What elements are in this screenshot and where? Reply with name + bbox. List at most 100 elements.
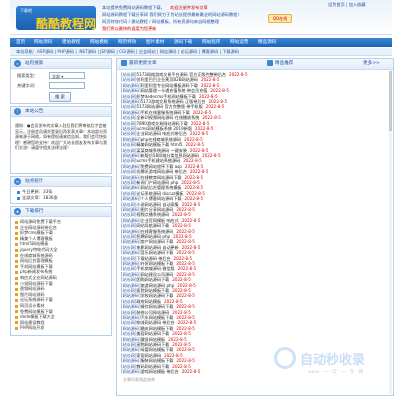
article-category[interactable]: [网站源码]	[121, 239, 141, 244]
article-category[interactable]: [站长网]	[121, 121, 136, 126]
article-category[interactable]: [站长网]	[121, 104, 136, 109]
nav-item-home[interactable]: 首页	[16, 38, 25, 47]
article-category[interactable]: [站长网]	[121, 245, 136, 250]
article-category[interactable]: [站长网]	[121, 288, 136, 293]
article-title[interactable]: 某某商城系统源码 一键安装	[136, 148, 186, 153]
article-category[interactable]: [站长网]	[121, 131, 136, 136]
article-title[interactable]: php在线商城系统源码	[141, 137, 182, 142]
article-title[interactable]: 小说网站源码 自动采集	[136, 202, 178, 207]
search-type-select[interactable]: 全部 ▾	[49, 72, 85, 79]
article-category[interactable]: [网站源码]	[121, 358, 141, 363]
article-title[interactable]: 新版仿58同城分类信息网站源码	[141, 153, 199, 158]
article-category[interactable]: [站长网]	[121, 169, 136, 174]
article-title[interactable]: 数码网站源码下载	[136, 364, 169, 369]
search-button[interactable]: 搜 索	[49, 92, 71, 102]
article-title[interactable]: 下载站源码 带后台	[136, 256, 170, 261]
article-title[interactable]: 美容网站源码下载	[136, 331, 169, 336]
article-title[interactable]: 汽车网站模板下载	[141, 315, 174, 320]
search-keyword-input[interactable]	[49, 82, 85, 89]
article-category[interactable]: [网站源码]	[121, 315, 141, 320]
article-title[interactable]: 网站管理一卡通充值系统 带会员充值	[141, 88, 208, 93]
tab-more-link[interactable]: 更多>>	[363, 59, 380, 69]
article-title[interactable]: 5173游戏交易系统源码 正版带后台	[141, 99, 206, 104]
article-category[interactable]: [站长网]	[121, 266, 136, 271]
article-title[interactable]: 在线教育网站源码下载	[141, 175, 182, 180]
article-category[interactable]: [站长网]	[121, 277, 136, 282]
article-title[interactable]: 家居网站源码	[136, 353, 161, 358]
sub-nav-links[interactable]: 本站导航：ASP源码 | PHP源码 | .NET源码 | JSP源码 | CG…	[16, 49, 239, 54]
article-title[interactable]: ucms手机建站系统源码	[136, 158, 180, 163]
article-title[interactable]: 仿阿里巴巴企业黄页B2B网站源码	[136, 77, 197, 82]
article-title[interactable]: 物流网站源码 带后台	[136, 320, 174, 325]
article-category[interactable]: [网站源码]	[121, 99, 141, 104]
article-category[interactable]: [网站源码]	[121, 304, 141, 309]
nav-item-source[interactable]: 网站源码	[34, 38, 52, 47]
article-category[interactable]: [站长网]	[121, 158, 136, 163]
article-category[interactable]: [网站源码]	[121, 347, 141, 352]
article-title[interactable]: 网站后台管理系统模板	[141, 185, 182, 190]
article-title[interactable]: 手机在线客服系统源码下载	[141, 110, 190, 115]
nav-item-operation[interactable]: 网站运营	[230, 38, 248, 47]
article-title[interactable]: 5173网站源码 官方完整版 带手机版	[136, 104, 202, 109]
site-logo[interactable]: 下载吧 酷酷教程网	[16, 6, 96, 31]
article-category[interactable]: [网站源码]	[121, 137, 141, 142]
article-title[interactable]: 政府网站模板	[136, 299, 161, 304]
tab-latest[interactable]: 最新更新文章	[121, 59, 157, 69]
scrollbar-thumb[interactable]	[389, 71, 392, 131]
article-category[interactable]: [网站源码]	[121, 261, 141, 266]
article-title[interactable]: 企业官网模板 响应式	[141, 218, 179, 223]
article-category[interactable]: [网站源码]	[121, 283, 141, 288]
article-category[interactable]: [站长网]	[121, 202, 136, 207]
rank-item[interactable]: PHP网站开发	[15, 325, 44, 331]
article-category[interactable]: [网站源码]	[121, 272, 141, 277]
article-title[interactable]: 视频点播系统源码	[136, 212, 169, 217]
article-category[interactable]: [站长网]	[121, 72, 136, 77]
article-category[interactable]: [网站源码]	[121, 326, 141, 331]
article-category[interactable]: [站长网]	[121, 191, 136, 196]
article-category[interactable]: [站长网]	[121, 142, 136, 147]
article-title[interactable]: 手机商城源码 微信版	[136, 266, 174, 271]
article-category[interactable]: [站长网]	[121, 115, 136, 120]
article-category[interactable]: [网站源码]	[121, 196, 141, 201]
article-category[interactable]: [站长网]	[121, 77, 136, 82]
article-title[interactable]: 团购网站源码下载	[136, 277, 169, 282]
nav-item-template[interactable]: 网站模板	[90, 38, 108, 47]
article-category[interactable]: [网站源码]	[121, 250, 141, 255]
article-title[interactable]: 旅游网站源码 php	[141, 283, 175, 288]
article-category[interactable]: [网站源码]	[121, 153, 141, 158]
article-category[interactable]: [站长网]	[121, 126, 136, 131]
header-top-links[interactable]: 设为首页 | 加入收藏	[328, 2, 366, 8]
article-category[interactable]: [站长网]	[121, 180, 136, 185]
article-category[interactable]: [网站源码]	[121, 369, 141, 374]
article-title[interactable]: 图片分享网站源码	[141, 207, 174, 212]
article-title[interactable]: 阿里阿里专业网站模板源码下载	[141, 83, 198, 88]
article-category[interactable]: [站长网]	[121, 342, 136, 347]
article-category[interactable]: [站长网]	[121, 320, 136, 325]
article-title[interactable]: 企业网站源码 响应式带后台	[136, 131, 186, 136]
article-category[interactable]: [网站源码]	[121, 88, 141, 93]
article-title[interactable]: 外贸网站模板下载	[141, 261, 174, 266]
article-title[interactable]: 论坛系统源码 discuz模板	[136, 191, 183, 196]
header-line1-red[interactable]: 欢迎注册并发布文章	[170, 5, 208, 11]
article-title[interactable]: 电影网站源码 自动更新	[136, 245, 178, 250]
article-title[interactable]: 网站导航源码下载	[136, 223, 169, 228]
article-category[interactable]: [站长网]	[121, 299, 136, 304]
article-title[interactable]: 健身网站模板	[141, 337, 166, 342]
article-category[interactable]: [网站源码]	[121, 110, 141, 115]
article-title[interactable]: 房产网站源码下载	[141, 239, 174, 244]
article-title[interactable]: 精美网站模板下载 html5	[136, 142, 182, 147]
article-category[interactable]: [站长网]	[121, 223, 136, 228]
article-category[interactable]: [站长网]	[121, 364, 136, 369]
article-title[interactable]: 在线客服系统源码	[141, 229, 174, 234]
article-category[interactable]: [站长网]	[121, 212, 136, 217]
article-title[interactable]: 5173网络游戏交易平台源码 官方正版完整带后台	[136, 72, 226, 77]
article-title[interactable]: 音乐网站源码下载	[141, 250, 174, 255]
article-title[interactable]: 招聘网站源码 php	[136, 234, 170, 239]
article-category[interactable]: [网站源码]	[121, 207, 141, 212]
article-category[interactable]: [站长网]	[121, 94, 136, 99]
article-category[interactable]: [网站源码]	[121, 293, 141, 298]
article-title[interactable]: 全新UI视频网站源码 在线播放系统	[136, 115, 199, 120]
article-title[interactable]: 服装网站模板下载	[141, 358, 174, 363]
tab-recommended[interactable]: 精品推荐	[267, 59, 293, 69]
article-category[interactable]: [站长网]	[121, 234, 136, 239]
